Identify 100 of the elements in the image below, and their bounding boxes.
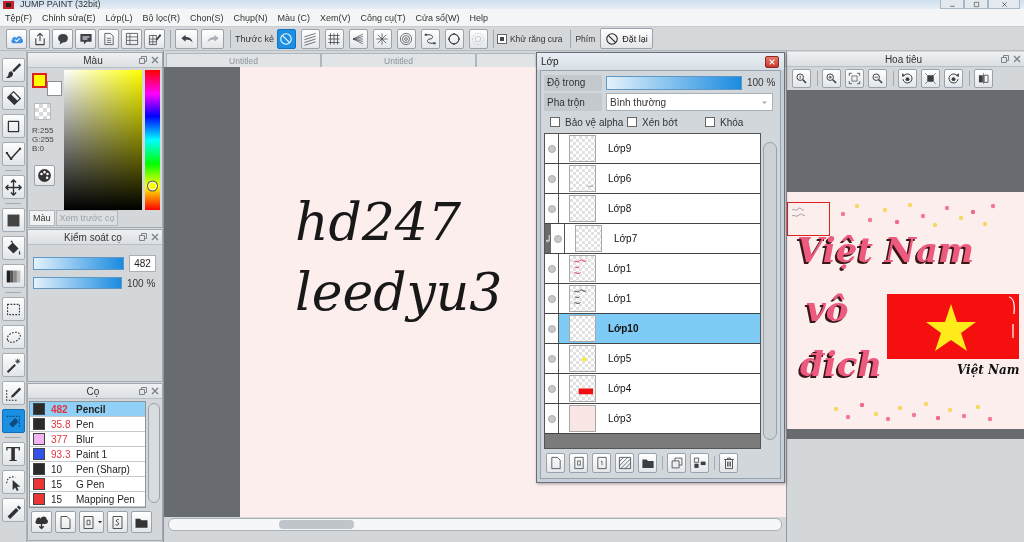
rotate-left-button[interactable] (898, 69, 917, 88)
brush-row[interactable]: 35.8 Pen (30, 417, 145, 432)
layer-row[interactable]: Lớp6 (545, 164, 760, 194)
layer-row[interactable]: Lớp5 (545, 344, 760, 374)
layer-button[interactable] (690, 453, 709, 473)
ruler-button[interactable] (324, 28, 344, 49)
layer-button[interactable] (569, 453, 588, 473)
viewport-frame[interactable] (787, 202, 830, 236)
folder-button[interactable] (131, 511, 152, 533)
document-button[interactable] (98, 28, 119, 49)
close-icon[interactable] (1012, 54, 1022, 64)
close-icon[interactable] (150, 55, 160, 65)
layer-button[interactable] (719, 453, 738, 473)
restore-icon[interactable] (138, 232, 148, 242)
magnifier-button[interactable] (792, 69, 811, 88)
tool-button[interactable] (1, 142, 25, 166)
layer-row[interactable]: Lớp1 (545, 254, 760, 284)
blend-dropdown[interactable]: Bình thường (606, 93, 773, 111)
scrollbar[interactable] (148, 403, 160, 503)
restore-icon[interactable] (138, 55, 148, 65)
panel-tab[interactable]: Màu (29, 210, 55, 226)
palette-button[interactable] (34, 165, 55, 186)
visibility-dot-icon[interactable] (547, 384, 556, 393)
layer-row[interactable]: Lớp3 (545, 404, 760, 434)
scrollbar-track[interactable] (168, 518, 782, 531)
layer-row[interactable]: Lớp8 (545, 194, 760, 224)
checkbox[interactable] (705, 117, 715, 127)
menu-item[interactable]: Công cụ(T) (355, 12, 411, 23)
page-button[interactable] (107, 511, 128, 533)
transparent-swatch-icon[interactable] (34, 103, 51, 120)
slider-thumb[interactable] (148, 181, 157, 191)
tool-button[interactable] (1, 381, 25, 405)
visibility-dot-icon[interactable] (547, 324, 556, 333)
visibility-dot-icon[interactable] (547, 294, 556, 303)
tool-button[interactable] (1, 498, 25, 522)
ruler-button[interactable] (348, 28, 368, 49)
opacity-slider[interactable] (33, 277, 122, 289)
layer-row[interactable]: Lớp7 (545, 224, 760, 254)
tool-button[interactable] (1, 175, 25, 199)
layer-row[interactable]: Lớp1 (545, 284, 760, 314)
scrollbar[interactable] (763, 142, 777, 440)
color-field[interactable] (64, 70, 142, 210)
close-icon[interactable] (150, 232, 160, 242)
checkbox[interactable] (627, 117, 637, 127)
restore-icon[interactable] (138, 386, 148, 396)
menu-item[interactable]: Lớp(L) (100, 12, 138, 23)
size-field[interactable]: 482 (129, 255, 156, 272)
ruler-button[interactable] (372, 28, 392, 49)
menu-item[interactable]: Chỉnh sửa(E) (37, 12, 101, 23)
layer-row[interactable]: Lớp10 (545, 314, 760, 344)
menu-item[interactable]: Help (464, 12, 494, 23)
visibility-dot-icon[interactable] (547, 144, 556, 153)
menu-item[interactable]: Tệp(F) (0, 12, 37, 23)
visibility-dot-icon[interactable] (553, 234, 562, 243)
menu-item[interactable]: Bộ lọc(R) (137, 12, 185, 23)
layer-button[interactable] (546, 453, 565, 473)
tool-button[interactable] (1, 409, 25, 433)
tool-button[interactable] (1, 264, 25, 288)
visibility-dot-icon[interactable] (547, 414, 556, 423)
tool-button[interactable] (1, 470, 25, 494)
layer-row[interactable]: Lớp4 (545, 374, 760, 404)
close-button[interactable] (765, 55, 779, 68)
brush-row[interactable]: 15 G Pen (30, 477, 145, 492)
frame-button[interactable] (921, 69, 940, 88)
menu-item[interactable]: Xem(V) (315, 12, 356, 23)
brush-row[interactable]: 482 Pencil (30, 402, 145, 417)
ruler-button[interactable] (396, 28, 416, 49)
color-swatch-icon[interactable] (32, 73, 47, 88)
table-button[interactable] (121, 28, 142, 49)
undo-button[interactable] (175, 28, 198, 49)
brush-row[interactable]: 93.3 Paint 1 (30, 447, 145, 462)
zoom-out-button[interactable] (868, 69, 887, 88)
restore-icon[interactable] (1000, 54, 1010, 64)
message-button[interactable] (75, 28, 96, 49)
brush-row[interactable]: 377 Blur (30, 432, 145, 447)
new-page-button[interactable] (55, 511, 76, 533)
hue-slider[interactable] (145, 70, 160, 210)
text-tool-button[interactable]: T (1, 442, 25, 466)
layer-button[interactable] (615, 453, 634, 473)
rotate-right-button[interactable] (944, 69, 963, 88)
ruler-button[interactable] (420, 28, 440, 49)
visibility-dot-icon[interactable] (547, 354, 556, 363)
tool-button[interactable] (1, 86, 25, 110)
reset-button[interactable]: Đặt lại (600, 28, 653, 49)
scrollbar-thumb[interactable] (279, 520, 354, 529)
ruler-button[interactable] (444, 28, 464, 49)
menu-item[interactable]: Chụp(N) (228, 12, 273, 23)
visibility-dot-icon[interactable] (547, 204, 556, 213)
tool-button[interactable] (1, 297, 25, 321)
checkbox[interactable] (496, 33, 507, 44)
brush-row[interactable]: 10 Pen (Sharp) (30, 462, 145, 477)
navigator-viewport[interactable]: Việt Nam vô đich Việt Nam (787, 90, 1024, 439)
opacity-slider[interactable] (606, 75, 742, 90)
layer-button[interactable] (638, 453, 657, 473)
brush-row[interactable]: 15 Mapping Pen (30, 492, 145, 507)
visibility-dot-icon[interactable] (547, 174, 556, 183)
download-button[interactable] (31, 511, 52, 533)
tool-button[interactable] (1, 114, 25, 138)
zoom-in-button[interactable] (822, 69, 841, 88)
layer-button[interactable] (592, 453, 611, 473)
